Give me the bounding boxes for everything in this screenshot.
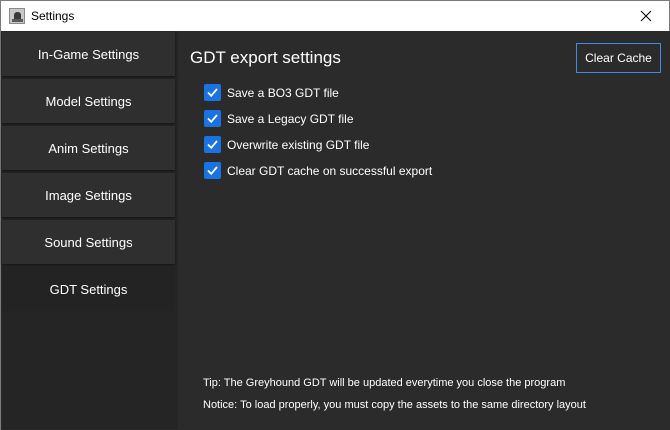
save-bo3-gdt-checkbox[interactable] [204,84,221,101]
save-bo3-gdt-option[interactable]: Save a BO3 GDT file [204,84,339,101]
sidebar-item-label: GDT Settings [49,281,128,297]
app-icon [9,8,25,24]
sidebar-item-label: Model Settings [45,93,132,109]
gdt-settings-panel: GDT export settings Clear Cache Save a B… [178,31,670,430]
settings-window: In-Game Settings Model Settings Anim Set… [0,31,670,430]
title-bar: Settings [0,0,670,31]
checkbox-label: Clear GDT cache on successful export [227,163,433,178]
notice-text: Notice: To load properly, you must copy … [203,399,586,411]
window-title: Settings [31,9,75,23]
sidebar-item-model[interactable]: Model Settings [2,79,175,123]
checkmark-icon [207,166,218,176]
checkmark-icon [207,114,218,124]
clear-gdt-cache-option[interactable]: Clear GDT cache on successful export [204,162,432,179]
clear-gdt-cache-checkbox[interactable] [204,162,221,179]
sidebar-item-label: In-Game Settings [37,46,140,62]
sidebar-item-sound[interactable]: Sound Settings [2,220,175,264]
settings-sidebar: In-Game Settings Model Settings Anim Set… [2,32,178,429]
save-legacy-gdt-option[interactable]: Save a Legacy GDT file [204,110,354,127]
save-legacy-gdt-checkbox[interactable] [204,110,221,127]
close-button[interactable] [623,1,669,31]
close-icon [640,10,652,22]
checkbox-label: Save a BO3 GDT file [227,85,339,100]
sidebar-item-gdt[interactable]: GDT Settings [2,267,175,311]
sidebar-item-label: Sound Settings [44,234,133,250]
checkmark-icon [207,140,218,150]
sidebar-item-label: Image Settings [45,187,132,203]
sidebar-item-in-game[interactable]: In-Game Settings [2,32,175,76]
clear-cache-button[interactable]: Clear Cache [576,43,661,73]
sidebar-item-image[interactable]: Image Settings [2,173,175,217]
sidebar-item-label: Anim Settings [48,140,129,156]
overwrite-gdt-checkbox[interactable] [204,136,221,153]
tip-text: Tip: The Greyhound GDT will be updated e… [203,377,566,389]
checkbox-label: Save a Legacy GDT file [227,111,354,126]
checkmark-icon [207,88,218,98]
overwrite-gdt-option[interactable]: Overwrite existing GDT file [204,136,369,153]
checkbox-label: Overwrite existing GDT file [227,137,370,152]
sidebar-item-anim[interactable]: Anim Settings [2,126,175,170]
page-title: GDT export settings [190,48,341,67]
